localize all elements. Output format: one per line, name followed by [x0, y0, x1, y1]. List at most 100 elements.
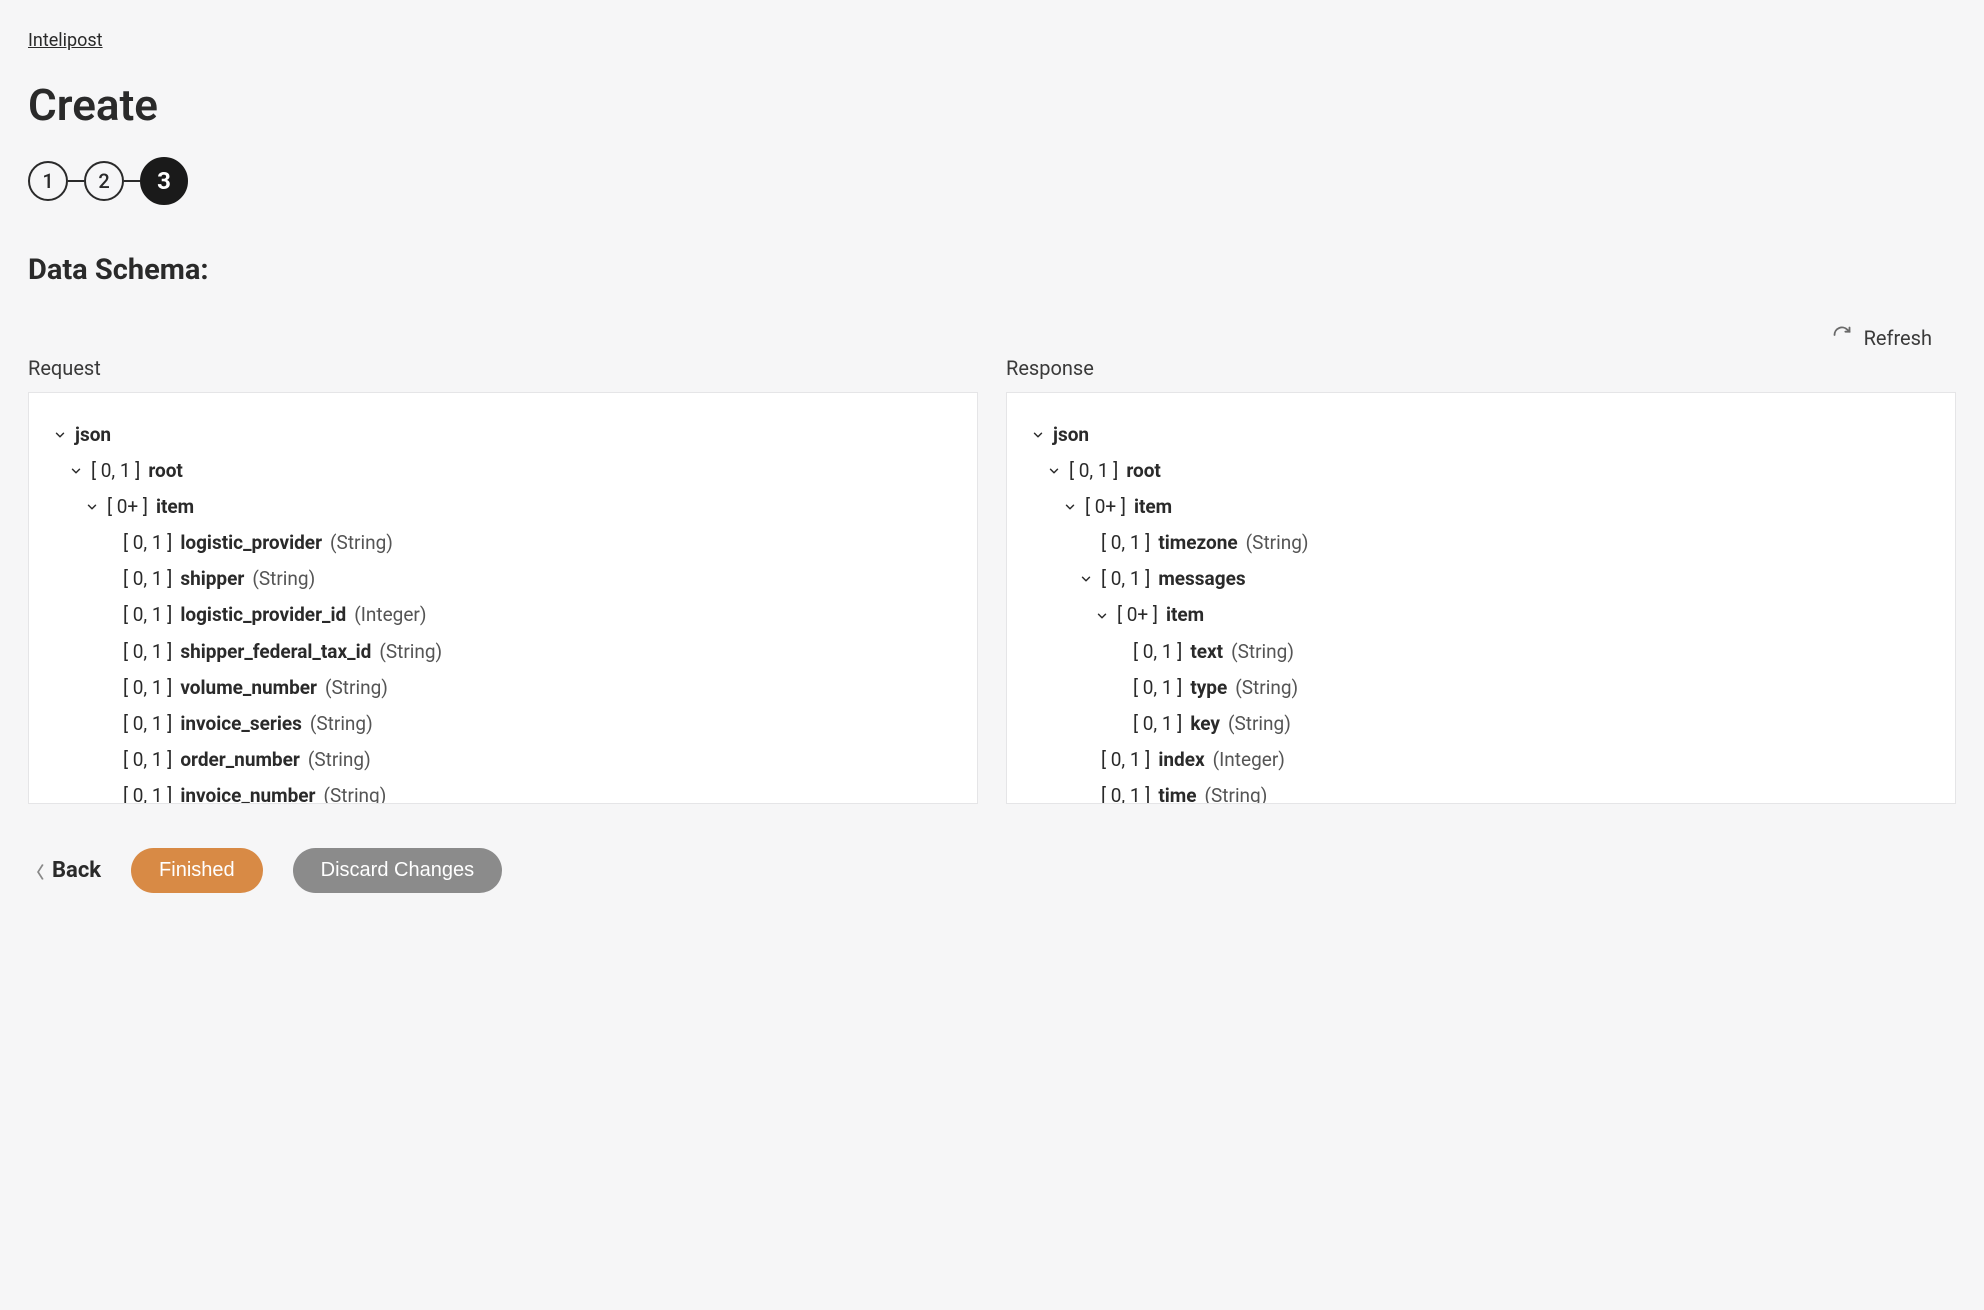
discard-button[interactable]: Discard Changes — [293, 848, 502, 893]
field-type: (String) — [1235, 670, 1298, 706]
field-name: volume_number — [180, 670, 317, 706]
step-connector — [68, 180, 84, 182]
cardinality: [ 0, 1 ] — [1101, 778, 1150, 804]
cardinality: [ 0+ ] — [1117, 597, 1158, 633]
tree-node[interactable]: [ 0, 1 ] messages — [1031, 561, 1931, 597]
tree-node: [ 0, 1 ] timezone (String) — [1031, 525, 1931, 561]
field-name: shipper_federal_tax_id — [180, 634, 371, 670]
finished-button[interactable]: Finished — [131, 848, 263, 893]
response-panel: json[ 0, 1 ] root[ 0+ ] item[ 0, 1 ] tim… — [1006, 392, 1956, 804]
field-name: text — [1190, 634, 1223, 670]
cardinality: [ 0+ ] — [107, 489, 148, 525]
field-type: (String) — [1246, 525, 1309, 561]
request-tree: json[ 0, 1 ] root[ 0+ ] item[ 0, 1 ] log… — [53, 417, 953, 804]
tree-node: [ 0, 1 ] logistic_provider_id (Integer) — [53, 597, 953, 633]
tree-node[interactable]: [ 0, 1 ] root — [1031, 453, 1931, 489]
cardinality: [ 0, 1 ] — [1133, 706, 1182, 742]
field-name: timezone — [1158, 525, 1237, 561]
tree-node[interactable]: [ 0+ ] item — [53, 489, 953, 525]
back-button[interactable]: 〈 Back — [28, 858, 101, 883]
cardinality: [ 0, 1 ] — [1133, 634, 1182, 670]
step-1[interactable]: 1 — [28, 161, 68, 201]
tree-node[interactable]: json — [53, 417, 953, 453]
cardinality: [ 0, 1 ] — [1069, 453, 1118, 489]
field-name: invoice_number — [180, 778, 315, 804]
chevron-down-icon[interactable] — [1031, 428, 1045, 442]
request-label: Request — [28, 356, 978, 380]
refresh-button[interactable]: Refresh — [28, 325, 1956, 350]
cardinality: [ 0, 1 ] — [123, 670, 172, 706]
cardinality: [ 0, 1 ] — [1101, 561, 1150, 597]
cardinality: [ 0, 1 ] — [123, 742, 172, 778]
chevron-down-icon[interactable] — [69, 464, 83, 478]
field-name: root — [148, 453, 183, 489]
field-name: order_number — [180, 742, 300, 778]
cardinality: [ 0, 1 ] — [123, 525, 172, 561]
field-name: invoice_series — [180, 706, 302, 742]
cardinality: [ 0, 1 ] — [91, 453, 140, 489]
tree-node[interactable]: json — [1031, 417, 1931, 453]
tree-node: [ 0, 1 ] key (String) — [1031, 706, 1931, 742]
tree-node: [ 0, 1 ] shipper_federal_tax_id (String) — [53, 634, 953, 670]
step-3[interactable]: 3 — [140, 157, 188, 205]
field-type: (String) — [252, 561, 315, 597]
field-type: (String) — [1228, 706, 1291, 742]
field-name: shipper — [180, 561, 244, 597]
field-name: json — [75, 417, 111, 453]
tree-node: [ 0, 1 ] order_number (String) — [53, 742, 953, 778]
response-label: Response — [1006, 356, 1956, 380]
tree-node[interactable]: [ 0, 1 ] root — [53, 453, 953, 489]
field-type: (String) — [308, 742, 371, 778]
field-type: (String) — [325, 670, 388, 706]
field-name: index — [1158, 742, 1204, 778]
tree-node[interactable]: [ 0+ ] item — [1031, 597, 1931, 633]
section-title: Data Schema: — [28, 253, 1956, 287]
field-name: json — [1053, 417, 1089, 453]
field-name: type — [1190, 670, 1227, 706]
chevron-down-icon[interactable] — [1095, 609, 1109, 623]
field-name: item — [156, 489, 194, 525]
chevron-down-icon[interactable] — [1079, 572, 1093, 586]
field-type: (String) — [330, 525, 393, 561]
tree-node: [ 0, 1 ] shipper (String) — [53, 561, 953, 597]
refresh-icon — [1832, 325, 1852, 350]
step-2[interactable]: 2 — [84, 161, 124, 201]
field-name: key — [1190, 706, 1220, 742]
back-label: Back — [52, 858, 101, 883]
field-name: item — [1134, 489, 1172, 525]
cardinality: [ 0+ ] — [1085, 489, 1126, 525]
tree-node: [ 0, 1 ] invoice_series (String) — [53, 706, 953, 742]
field-name: logistic_provider — [180, 525, 322, 561]
tree-node: [ 0, 1 ] logistic_provider (String) — [53, 525, 953, 561]
chevron-down-icon[interactable] — [1063, 500, 1077, 514]
field-name: time — [1158, 778, 1196, 804]
cardinality: [ 0, 1 ] — [123, 706, 172, 742]
chevron-down-icon[interactable] — [1047, 464, 1061, 478]
stepper: 1 2 3 — [28, 157, 1956, 205]
refresh-label: Refresh — [1864, 326, 1932, 350]
request-panel: json[ 0, 1 ] root[ 0+ ] item[ 0, 1 ] log… — [28, 392, 978, 804]
tree-node: [ 0, 1 ] text (String) — [1031, 634, 1931, 670]
field-type: (String) — [324, 778, 387, 804]
cardinality: [ 0, 1 ] — [123, 634, 172, 670]
field-name: logistic_provider_id — [180, 597, 346, 633]
breadcrumb[interactable]: Intelipost — [28, 30, 103, 51]
tree-node: [ 0, 1 ] index (Integer) — [1031, 742, 1931, 778]
field-type: (Integer) — [354, 597, 426, 633]
field-type: (String) — [310, 706, 373, 742]
tree-node: [ 0, 1 ] type (String) — [1031, 670, 1931, 706]
cardinality: [ 0, 1 ] — [1101, 525, 1150, 561]
step-connector — [124, 180, 140, 182]
chevron-down-icon[interactable] — [53, 428, 67, 442]
cardinality: [ 0, 1 ] — [1133, 670, 1182, 706]
tree-node: [ 0, 1 ] invoice_number (String) — [53, 778, 953, 804]
tree-node: [ 0, 1 ] time (String) — [1031, 778, 1931, 804]
cardinality: [ 0, 1 ] — [123, 561, 172, 597]
tree-node: [ 0, 1 ] volume_number (String) — [53, 670, 953, 706]
tree-node[interactable]: [ 0+ ] item — [1031, 489, 1931, 525]
response-tree: json[ 0, 1 ] root[ 0+ ] item[ 0, 1 ] tim… — [1031, 417, 1931, 804]
cardinality: [ 0, 1 ] — [123, 778, 172, 804]
chevron-down-icon[interactable] — [85, 500, 99, 514]
field-type: (String) — [1205, 778, 1268, 804]
cardinality: [ 0, 1 ] — [123, 597, 172, 633]
